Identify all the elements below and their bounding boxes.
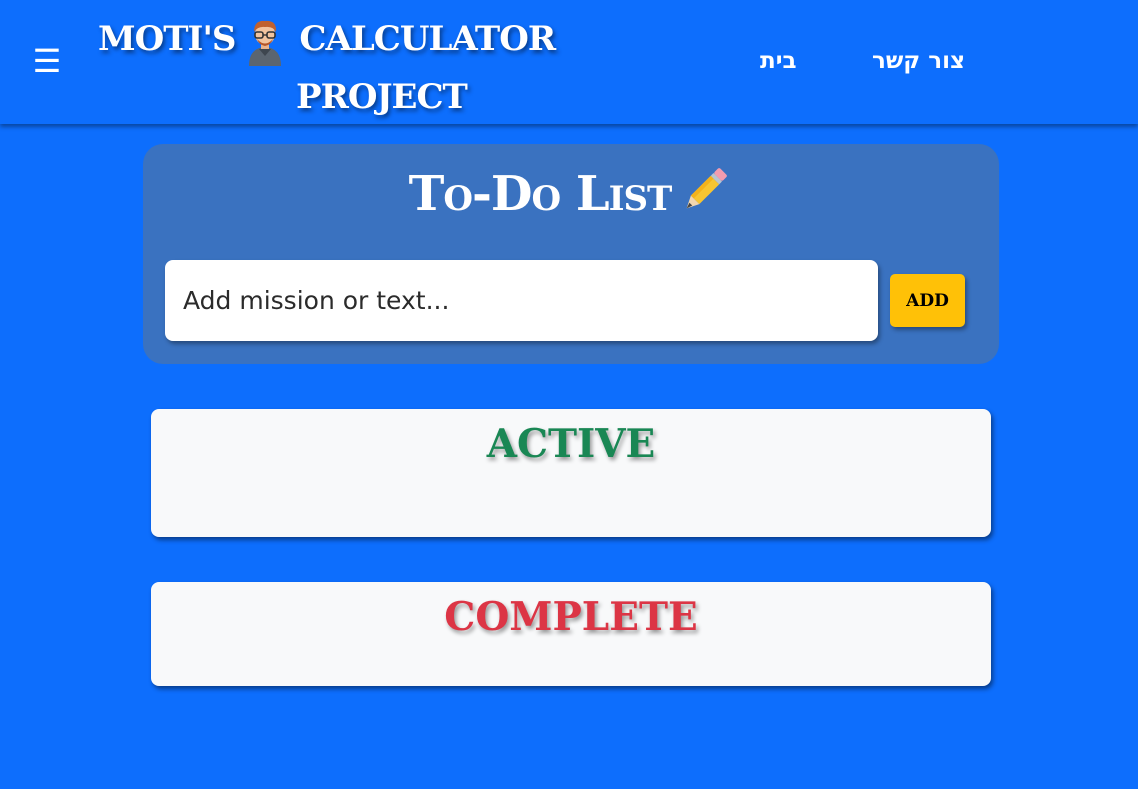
brand-line-1: MOTI'S CALCULATOR xyxy=(98,10,556,68)
navbar: ☰ MOTI'S CALCULATOR PROJECT בית צור קשר xyxy=(0,0,1138,124)
brand-project: PROJECT xyxy=(296,77,468,117)
active-section-title: ACTIVE xyxy=(486,421,656,467)
hamburger-menu-icon[interactable]: ☰ xyxy=(32,44,62,78)
nav-link-contact[interactable]: צור קשר xyxy=(872,44,965,78)
complete-section-title: COMPLETE xyxy=(444,594,698,640)
active-section: ACTIVE xyxy=(151,409,991,537)
developer-avatar-icon xyxy=(245,16,285,66)
brand-calculator: CALCULATOR xyxy=(299,19,556,59)
add-button[interactable]: ADD xyxy=(890,274,965,327)
brand-name: MOTI'S xyxy=(98,19,236,59)
add-mission-input[interactable] xyxy=(165,260,878,341)
todo-title: To-Do List xyxy=(408,166,673,222)
complete-section: COMPLETE xyxy=(151,582,991,686)
todo-title-heading: To-Do List xyxy=(143,162,999,226)
nav-link-home[interactable]: בית xyxy=(760,44,797,78)
pencil-icon xyxy=(677,162,733,218)
todo-card: To-Do List ADD xyxy=(143,144,999,364)
